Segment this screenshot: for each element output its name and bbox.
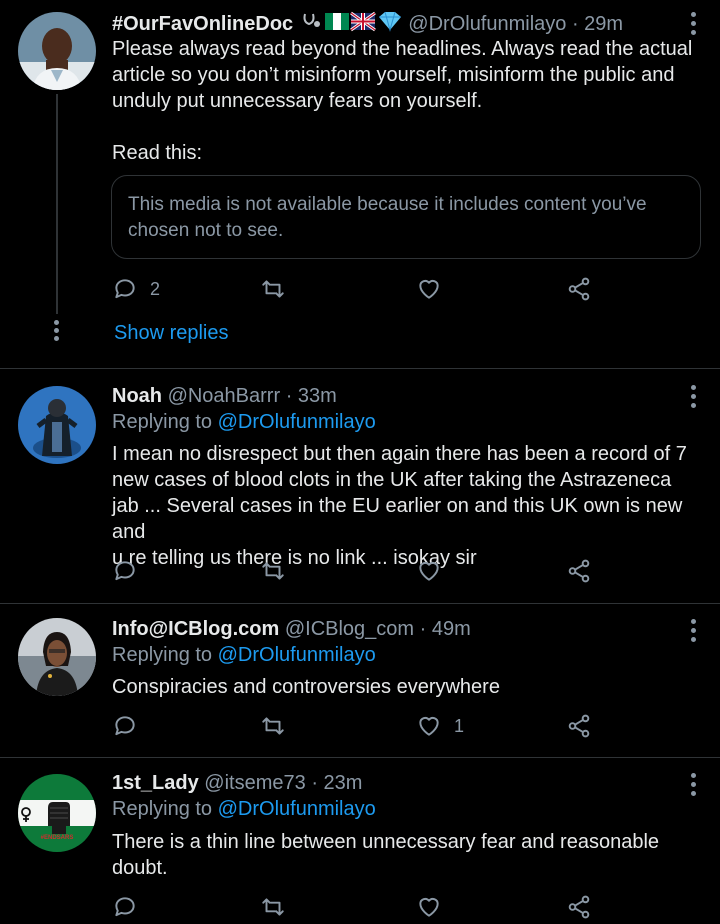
tweet-2[interactable]: Noah @NoahBarrr · 33m Replying to @DrOlu… xyxy=(0,369,720,603)
reply-icon xyxy=(115,897,135,917)
reply-button[interactable] xyxy=(112,894,138,920)
share-button[interactable] xyxy=(566,276,592,302)
tweet-actions xyxy=(112,558,632,588)
tweet-header: 1st_Lady @itseme73 · 23m xyxy=(112,770,660,796)
tweet-header: #OurFavOnlineDoc @DrOlufunmilayo · 29m xyxy=(112,10,660,39)
like-button[interactable] xyxy=(416,894,442,920)
tweet-text: Conspiracies and controversies everywher… xyxy=(112,676,500,698)
share-icon xyxy=(568,895,590,919)
like-button[interactable] xyxy=(416,558,442,584)
share-button[interactable] xyxy=(566,558,592,584)
reply-button[interactable]: 2 xyxy=(112,276,160,302)
replying-to: Replying to @DrOlufunmilayo xyxy=(112,798,376,820)
display-name[interactable]: Noah xyxy=(112,385,162,407)
handle[interactable]: @ICBlog_com xyxy=(285,618,414,640)
like-count: 1 xyxy=(454,715,465,736)
tweet-3[interactable]: Info@ICBlog.com @ICBlog_com · 49m Replyi… xyxy=(0,604,720,757)
timestamp[interactable]: · 23m xyxy=(311,772,362,794)
display-name[interactable]: Info@ICBlog.com xyxy=(112,618,279,640)
share-icon xyxy=(568,277,590,301)
retweet-button[interactable] xyxy=(260,713,286,739)
mention-link[interactable]: @DrOlufunmilayo xyxy=(218,644,376,666)
display-name[interactable]: #OurFavOnlineDoc xyxy=(112,13,293,35)
read-this-text: Read this: xyxy=(112,142,203,164)
like-icon xyxy=(419,716,439,736)
tweet-actions: 1 xyxy=(112,713,632,743)
thread-line xyxy=(56,94,58,314)
tweet-text: Please always read beyond the headlines.… xyxy=(112,36,706,166)
like-button[interactable] xyxy=(416,276,442,302)
retweet-button[interactable] xyxy=(260,894,286,920)
display-name[interactable]: 1st_Lady xyxy=(112,772,199,794)
tweet-1[interactable]: #OurFavOnlineDoc @DrOlufunmilayo · 29m P… xyxy=(0,0,720,368)
retweet-icon xyxy=(262,280,284,298)
more-icon[interactable] xyxy=(690,385,696,408)
timestamp[interactable]: · 29m xyxy=(572,13,623,35)
handle[interactable]: @DrOlufunmilayo xyxy=(408,13,566,35)
tweet-text: There is a thin line between unnecessary… xyxy=(112,831,660,879)
share-button[interactable] xyxy=(566,713,592,739)
more-icon[interactable] xyxy=(690,12,696,35)
more-icon[interactable] xyxy=(690,773,696,796)
reply-icon xyxy=(115,561,135,581)
tweet-4[interactable]: #ENDSARS 1st_Lady @itseme73 · 23m Replyi… xyxy=(0,758,720,924)
retweet-icon xyxy=(262,562,284,580)
tweet-header: Info@ICBlog.com @ICBlog_com · 49m xyxy=(112,616,660,642)
mention-link[interactable]: @DrOlufunmilayo xyxy=(218,798,376,820)
replying-to: Replying to @DrOlufunmilayo xyxy=(112,411,376,433)
tweet-header: Noah @NoahBarrr · 33m xyxy=(112,383,660,409)
reply-button[interactable] xyxy=(112,558,138,584)
avatar[interactable] xyxy=(18,618,96,696)
handle[interactable]: @itseme73 xyxy=(204,772,305,794)
retweet-icon xyxy=(262,898,284,916)
like-button[interactable]: 1 xyxy=(416,713,464,739)
retweet-button[interactable] xyxy=(260,276,286,302)
reply-button[interactable] xyxy=(112,713,138,739)
reply-icon xyxy=(115,716,135,736)
handle[interactable]: @NoahBarrr xyxy=(168,385,281,407)
reply-count: 2 xyxy=(150,278,161,299)
tweet-actions: 2 xyxy=(112,276,632,306)
share-icon xyxy=(568,714,590,738)
mention-link[interactable]: @DrOlufunmilayo xyxy=(218,411,376,433)
like-icon xyxy=(419,561,439,581)
avatar[interactable]: #ENDSARS xyxy=(18,774,96,852)
replying-to: Replying to @DrOlufunmilayo xyxy=(112,644,376,666)
avatar-badge: #ENDSARS xyxy=(41,835,74,841)
show-replies-link[interactable]: Show replies xyxy=(114,322,229,345)
more-icon[interactable] xyxy=(690,619,696,642)
share-icon xyxy=(568,559,590,583)
like-icon xyxy=(419,897,439,917)
tweet-actions xyxy=(112,894,632,924)
timestamp[interactable]: · 49m xyxy=(420,618,471,640)
timestamp[interactable]: · 33m xyxy=(286,385,337,407)
avatar[interactable] xyxy=(18,12,96,90)
retweet-button[interactable] xyxy=(260,558,286,584)
like-icon xyxy=(419,279,439,299)
reply-icon xyxy=(115,279,135,299)
retweet-icon xyxy=(262,717,284,735)
share-button[interactable] xyxy=(566,894,592,920)
avatar[interactable] xyxy=(18,386,96,464)
tweet-text: I mean no disrespect but then again ther… xyxy=(112,443,687,569)
media-unavailable-notice: This media is not available because it i… xyxy=(111,175,701,259)
more-replies-icon[interactable] xyxy=(54,320,59,341)
emoji-badges xyxy=(299,10,403,39)
